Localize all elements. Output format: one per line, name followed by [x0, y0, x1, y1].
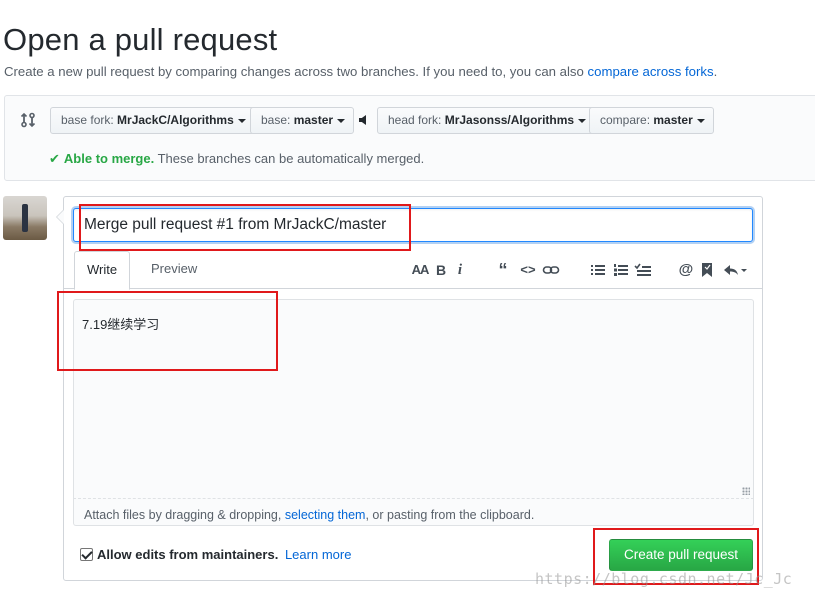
- attach-files-bar[interactable]: Attach files by dragging & dropping, sel…: [73, 499, 754, 526]
- base-fork-select[interactable]: base fork: MrJackC/Algorithms: [50, 107, 255, 134]
- bulleted-list-icon[interactable]: [590, 259, 606, 281]
- watermark: https://blog.csdn.net/Jc_Jc: [535, 570, 793, 588]
- italic-icon[interactable]: i: [455, 259, 465, 281]
- compare-branch-label: compare:: [600, 113, 651, 127]
- avatar[interactable]: [3, 196, 47, 240]
- comment-body-textarea[interactable]: 7.19继续学习: [73, 299, 754, 499]
- head-fork-value: MrJasonss/Algorithms: [444, 113, 575, 127]
- reply-icon[interactable]: [722, 259, 748, 281]
- merge-status: ✔ Able to merge. These branches can be au…: [49, 151, 424, 167]
- chevron-down-icon: [337, 118, 346, 123]
- compare-across-forks-link[interactable]: compare across forks: [588, 64, 714, 79]
- base-fork-value: MrJackC/Algorithms: [117, 113, 234, 127]
- page-description: Create a new pull request by comparing c…: [4, 64, 717, 79]
- resize-grip-icon[interactable]: [742, 487, 750, 495]
- comment-body-text: 7.19继续学习: [82, 317, 160, 332]
- pull-request-title-input[interactable]: [73, 208, 753, 242]
- page-title: Open a pull request: [3, 22, 278, 57]
- editor-tabs: Write Preview AA B i “ <> @: [64, 251, 762, 290]
- base-branch-value: master: [293, 113, 334, 127]
- page-description-text: Create a new pull request by comparing c…: [4, 64, 584, 79]
- arrow-left-icon: [359, 115, 366, 125]
- bookmark-icon[interactable]: [701, 259, 713, 281]
- base-fork-label: base fork:: [61, 113, 114, 127]
- attach-text-after: , or pasting from the clipboard.: [365, 508, 535, 522]
- avatar-figure: [22, 204, 28, 232]
- learn-more-link[interactable]: Learn more: [285, 547, 351, 562]
- compare-branch-select[interactable]: compare: master: [589, 107, 714, 134]
- attach-text-before: Attach files by dragging & dropping,: [84, 508, 282, 522]
- check-icon: ✔: [49, 151, 60, 166]
- code-icon[interactable]: <>: [519, 259, 537, 281]
- bold-icon[interactable]: B: [434, 259, 448, 281]
- mention-icon[interactable]: @: [678, 259, 694, 281]
- chevron-down-icon: [237, 118, 246, 123]
- numbered-list-icon[interactable]: [613, 259, 629, 281]
- allow-edits-label: Allow edits from maintainers.: [97, 547, 279, 562]
- base-branch-label: base:: [261, 113, 291, 127]
- task-list-icon[interactable]: [634, 259, 652, 281]
- head-fork-select[interactable]: head fork: MrJasonss/Algorithms: [377, 107, 596, 134]
- pull-request-form: Write Preview AA B i “ <>: [56, 196, 763, 581]
- head-fork-label: head fork:: [388, 113, 442, 127]
- merge-status-ok: Able to merge.: [63, 151, 155, 166]
- selecting-them-link[interactable]: selecting them: [285, 508, 366, 522]
- allow-edits-checkbox[interactable]: [80, 548, 93, 561]
- markdown-toolbar: AA B i “ <> @: [64, 259, 762, 281]
- chevron-down-icon: [696, 118, 705, 123]
- chevron-down-icon: [578, 118, 587, 123]
- compare-branch-value: master: [653, 113, 693, 127]
- allow-edits-row: Allow edits from maintainers. Learn more: [80, 547, 351, 562]
- page-description-end: .: [713, 64, 718, 79]
- branch-compare-bar: base fork: MrJackC/Algorithms base: mast…: [4, 95, 815, 181]
- header-icon[interactable]: AA: [410, 259, 430, 281]
- base-branch-select[interactable]: base: master: [250, 107, 355, 134]
- quote-icon[interactable]: “: [495, 259, 511, 281]
- merge-status-text: These branches can be automatically merg…: [157, 151, 425, 166]
- create-pull-request-button[interactable]: Create pull request: [609, 539, 753, 571]
- git-compare-icon: [20, 112, 36, 128]
- link-icon[interactable]: [542, 259, 560, 281]
